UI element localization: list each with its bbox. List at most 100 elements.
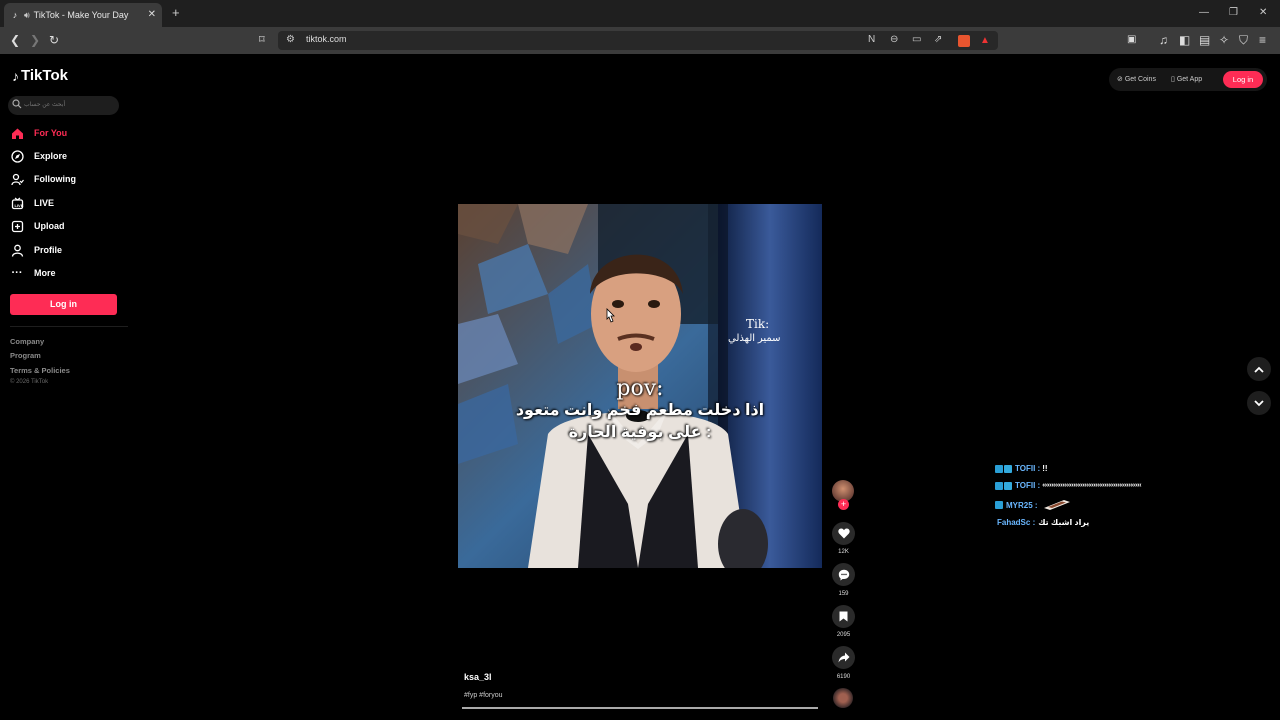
chat-username: TOFII : [1015, 481, 1041, 490]
moderator-badge-icon [995, 464, 1003, 473]
sidebar-item-following[interactable]: Following [10, 170, 120, 188]
sidebar-panel-icon[interactable]: ▣ [1127, 33, 1136, 47]
new-tab-icon[interactable]: + [172, 6, 180, 20]
cast-icon[interactable]: ▭ [912, 34, 921, 46]
video-author[interactable]: ksa_3l [464, 672, 492, 682]
home-icon [10, 126, 24, 140]
sidebar-item-label: LIVE [34, 198, 55, 208]
music-disc-icon[interactable] [833, 688, 853, 708]
chat-username: TOFII : [1015, 464, 1041, 473]
like-count: 12K [838, 549, 849, 555]
sidebar-item-profile[interactable]: Profile [10, 241, 120, 259]
mouse-cursor-icon [606, 308, 615, 323]
reload-icon[interactable]: ↻ [49, 33, 59, 47]
get-coins-button[interactable]: ⊘ Get Coins [1117, 75, 1156, 83]
chevron-up-icon [1254, 366, 1264, 373]
compass-icon [10, 149, 24, 163]
save-count: 2095 [836, 632, 851, 638]
zoom-icon[interactable]: ⊖ [890, 34, 898, 46]
get-app-button[interactable]: ▯ Get App [1171, 75, 1202, 83]
menu-icon[interactable]: ≡ [1259, 33, 1266, 47]
footer-link-terms[interactable]: Terms & Policies [10, 366, 70, 375]
upload-icon [10, 219, 24, 233]
next-video-button[interactable] [1247, 391, 1271, 415]
following-icon [10, 172, 24, 186]
top-login-button[interactable]: Log in [1223, 71, 1263, 88]
media-icon[interactable]: ♫ [1159, 33, 1168, 47]
share-icon[interactable]: ⇗ [934, 34, 942, 46]
chat-text: يراد اشبك تك [1038, 518, 1090, 527]
wallet-icon[interactable]: ▤ [1199, 33, 1210, 47]
get-app-label: Get App [1176, 76, 1203, 83]
footer-link-company[interactable]: Company [10, 337, 44, 346]
brave-rewards-icon[interactable]: ▲ [980, 35, 992, 47]
translate-icon[interactable]: N [868, 34, 875, 46]
follow-plus-icon[interactable]: + [838, 499, 849, 510]
svg-text:LIVE: LIVE [14, 202, 23, 207]
leo-ai-icon[interactable]: ✧ [1219, 33, 1229, 47]
tiktok-logo[interactable]: ♪ TikTok [12, 67, 68, 84]
browser-tab[interactable]: ♪ 🔊︎ TikTok - Make Your Day ✕ [4, 3, 162, 27]
footer-link-program[interactable]: Program [10, 351, 41, 360]
overlay-line-1: اذا دخلت مطعم فخم وانت متعود [515, 402, 765, 419]
comment-count: 159 [838, 591, 849, 597]
chocolate-emote-icon [1043, 500, 1070, 510]
sidebar-item-label: Explore [34, 151, 68, 161]
search-input[interactable]: أبحث عن حساب [8, 96, 119, 115]
bookmark-icon [839, 611, 848, 622]
phone-icon: ▯ [1171, 76, 1175, 83]
site-info-icon[interactable]: ⚙ [286, 34, 295, 46]
chat-text: !! [1042, 464, 1048, 473]
sidebar-login-button[interactable]: Log in [10, 294, 117, 315]
restore-icon[interactable]: ❐ [1229, 6, 1238, 20]
video-player[interactable]: Tik: سمير الهذلي pov: اذا دخلت مطعم فخم … [458, 204, 822, 568]
tab-title: TikTok - Make Your Day [33, 10, 129, 20]
vpn-icon[interactable]: ⛉ [1239, 33, 1248, 47]
sidebar-item-label: Upload [34, 221, 65, 231]
browser-tab-bar: ♪ 🔊︎ TikTok - Make Your Day ✕ + — ❐ ✕ [0, 0, 1280, 27]
video-hashtags[interactable]: #fyp #foryou [464, 692, 503, 699]
comment-button[interactable] [832, 563, 855, 586]
back-icon[interactable]: ❮ [10, 33, 20, 47]
sidebar-item-live[interactable]: LIVE LIVE [10, 194, 120, 212]
watermark-name: سمير الهذلي [728, 333, 781, 344]
url-text: tiktok.com [306, 34, 347, 44]
tiktok-note-icon: ♪ [12, 67, 19, 84]
audio-playing-icon[interactable]: 🔊︎ [24, 10, 30, 21]
video-progress-bar[interactable] [462, 707, 818, 709]
close-tab-icon[interactable]: ✕ [148, 9, 156, 21]
browser-nav-bar: ❮ ❯ ↻ ⌑ ⚙ tiktok.com N ⊖ ▭ ⇗ ▲ ▣ ♫ ◧ ▤ ✧… [0, 27, 1280, 54]
save-button[interactable] [832, 605, 855, 628]
address-bar[interactable]: ⚙ tiktok.com N ⊖ ▭ ⇗ ▲ [278, 31, 998, 50]
chat-username: MYR25 : [1006, 500, 1038, 510]
profile-icon [10, 243, 24, 257]
share-button[interactable] [832, 646, 855, 669]
overlay-pov: pov: [616, 376, 664, 401]
sidebar-divider [10, 326, 128, 327]
close-window-icon[interactable]: ✕ [1259, 6, 1267, 20]
logo-text: TikTok [21, 67, 68, 84]
like-button[interactable] [832, 522, 855, 545]
chat-text: ‹‹‹‹‹‹‹‹‹‹‹‹‹‹‹‹‹‹‹‹‹‹‹‹‹‹‹‹‹‹‹‹‹‹‹‹‹‹‹‹… [1042, 482, 1142, 489]
sidebar-item-upload[interactable]: Upload [10, 217, 120, 235]
comment-icon [838, 569, 849, 580]
sidebar-item-for-you[interactable]: For You [10, 124, 120, 142]
forward-icon[interactable]: ❯ [30, 33, 40, 47]
chat-username: FahadSc : [997, 518, 1036, 527]
share-count: 6190 [836, 674, 851, 680]
sidebar-item-label: For You [34, 128, 68, 138]
reader-icon[interactable]: ◧ [1179, 33, 1190, 47]
share-arrow-icon [838, 652, 849, 663]
sidebar-item-more[interactable]: ··· More [10, 264, 120, 282]
previous-video-button[interactable] [1247, 357, 1271, 381]
coin-icon: ⊘ [1117, 76, 1123, 83]
tiktok-favicon-icon: ♪ [12, 10, 18, 20]
top-right-actions: ⊘ Get Coins ▯ Get App Log in [1109, 68, 1267, 91]
chat-message: TOFII : ‹‹‹‹‹‹‹‹‹‹‹‹‹‹‹‹‹‹‹‹‹‹‹‹‹‹‹‹‹‹‹‹… [995, 481, 1142, 490]
bookmark-icon[interactable]: ⌑ [259, 33, 265, 47]
minimize-icon[interactable]: — [1199, 6, 1209, 20]
sidebar-item-explore[interactable]: Explore [10, 147, 120, 165]
sidebar-item-label: Following [34, 174, 76, 184]
brave-shield-icon[interactable] [958, 35, 970, 47]
search-icon [12, 99, 22, 109]
